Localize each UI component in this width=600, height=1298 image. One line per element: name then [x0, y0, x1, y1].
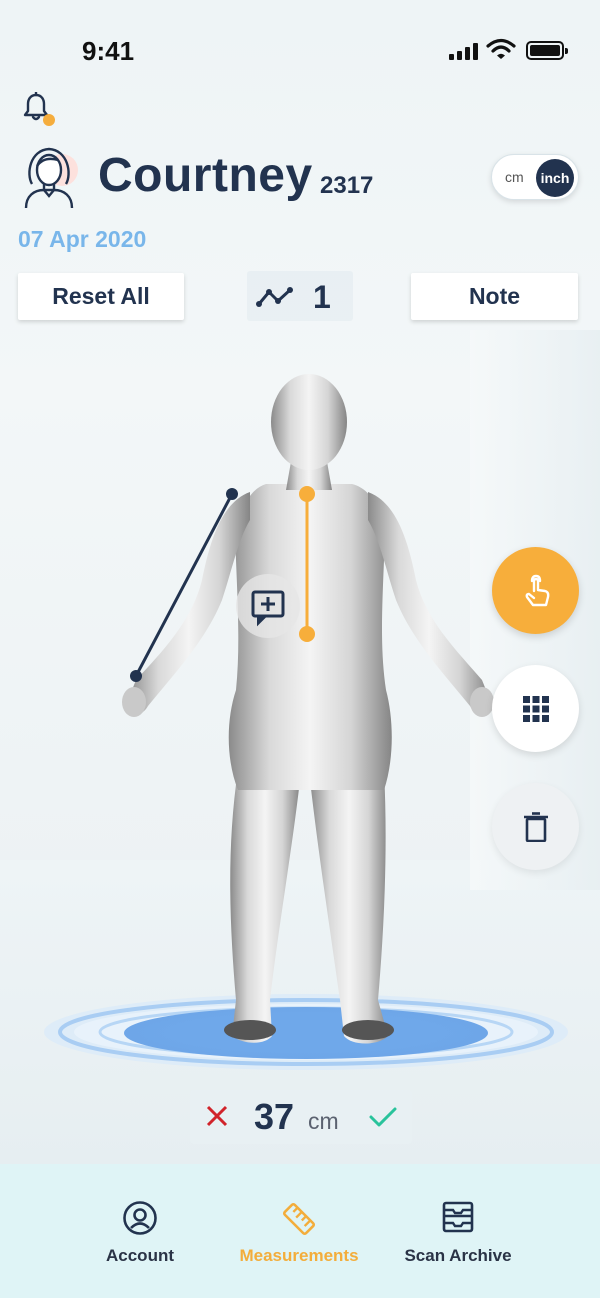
torso-measure-point-bottom: [299, 626, 315, 642]
unit-option-cm[interactable]: cm: [505, 169, 524, 185]
unit-toggle[interactable]: cm inch: [491, 154, 579, 200]
cellular-signal-icon: [449, 42, 478, 60]
note-button[interactable]: Note: [411, 273, 578, 320]
nav-item-scan-archive[interactable]: Scan Archive: [358, 1164, 558, 1298]
cancel-icon[interactable]: [203, 1102, 231, 1130]
torso-measure-point-top: [299, 486, 315, 502]
user-id: 2317: [320, 172, 374, 199]
status-bar: 9:41: [0, 0, 600, 100]
grid-view-button[interactable]: [492, 665, 579, 752]
nav-label-scan-archive: Scan Archive: [404, 1246, 512, 1265]
ruler-icon: [282, 1202, 316, 1236]
bottom-nav: Account Measurements Scan Archive: [0, 1164, 600, 1298]
line-chart-icon: [256, 287, 293, 307]
unit-option-inch[interactable]: inch: [536, 159, 574, 197]
notification-badge: [43, 114, 55, 126]
arm-measure-point-bottom: [130, 670, 142, 682]
measurement-result: 37 cm: [190, 1090, 412, 1144]
body-model: [122, 374, 494, 1044]
archive-icon: [442, 1201, 474, 1233]
touch-icon: [525, 574, 549, 606]
delete-button[interactable]: [492, 783, 579, 870]
confirm-check-icon[interactable]: [368, 1104, 398, 1130]
battery-icon: [526, 41, 568, 60]
scan-date: 07 Apr 2020: [18, 226, 147, 252]
trash-icon: [523, 811, 548, 842]
measurement-value: 37: [254, 1096, 295, 1137]
account-icon: [123, 1201, 157, 1235]
count-value: 1: [313, 279, 331, 315]
measurement-count[interactable]: 1: [247, 271, 353, 321]
avatar[interactable]: [22, 144, 80, 210]
touch-mode-button[interactable]: [492, 547, 579, 634]
add-note-icon[interactable]: [236, 574, 300, 638]
scan-platform: [44, 994, 568, 1070]
user-name: Courtney: [98, 149, 313, 202]
arm-measure-point-top: [226, 488, 238, 500]
status-time: 9:41: [82, 36, 135, 66]
grid-icon: [522, 695, 549, 722]
measurement-unit: cm: [308, 1108, 339, 1134]
wifi-icon: [486, 38, 516, 59]
reset-all-button[interactable]: Reset All: [18, 273, 184, 320]
